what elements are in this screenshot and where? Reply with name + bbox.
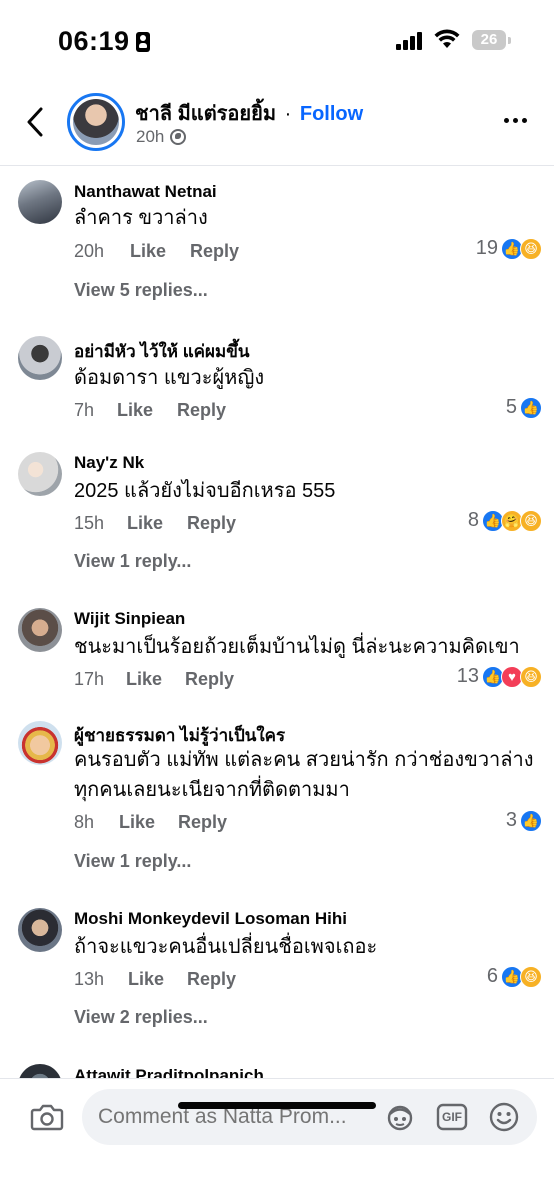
reaction-count: 13 [456, 665, 479, 687]
avatar-sticker-icon[interactable] [384, 1101, 416, 1133]
comment-actions: 8h Like Reply [74, 812, 227, 833]
like-button[interactable]: Like [117, 400, 177, 421]
comment-author[interactable]: อย่ามีหัว ไว้ให้ แค่ผมขึ้น [74, 338, 249, 365]
more-icon [504, 118, 509, 123]
comment-time: 20h [74, 241, 105, 261]
avatar[interactable] [18, 608, 62, 652]
haha-reaction-icon: 😆 [520, 665, 542, 688]
view-replies-link[interactable]: View 1 reply... [74, 551, 191, 572]
reaction-count: 3 [505, 809, 517, 831]
reaction-count: 19 [475, 237, 498, 259]
view-replies-link[interactable]: View 5 replies... [74, 280, 208, 301]
contact-card-icon [135, 31, 150, 52]
reaction-summary[interactable]: 8 👍 🤗 😆 [468, 509, 542, 532]
reply-button[interactable]: Reply [187, 513, 236, 534]
reaction-summary[interactable]: 6 👍 😆 [487, 965, 542, 988]
comment-author[interactable]: Attawit Praditpolpanich [74, 1066, 264, 1078]
comment-box: GIF [82, 1089, 537, 1145]
post-meta: 20h [136, 127, 187, 147]
comment-actions: 13h Like Reply [74, 969, 236, 990]
comment-composer: GIF [0, 1078, 554, 1200]
like-reaction-icon: 👍 [520, 396, 542, 419]
post-header: ชาลี มีแต่รอยยิ้ม · Follow 20h [0, 84, 554, 166]
haha-reaction-icon: 😆 [520, 965, 542, 988]
battery-tip [508, 37, 511, 44]
reaction-count: 8 [467, 509, 479, 531]
back-button[interactable] [20, 104, 50, 140]
reaction-count: 5 [505, 396, 517, 418]
like-button[interactable]: Like [119, 812, 178, 833]
avatar[interactable] [18, 1064, 62, 1078]
comment-text: ลำคาร ขวาล่าง [74, 207, 208, 229]
camera-icon[interactable] [30, 1103, 64, 1131]
reply-button[interactable]: Reply [187, 969, 236, 990]
post-time[interactable]: 20h [136, 127, 164, 147]
comment-text-line-2: ทุกคนเลยนะเนียจากที่ติดตามมา [74, 779, 350, 801]
view-replies-link[interactable]: View 2 replies... [74, 1007, 208, 1028]
comment-text: ถ้าจะแขวะคนอื่นเปลี่ยนชื่อเพจเถอะ [74, 936, 378, 958]
comment-time: 8h [74, 812, 95, 832]
haha-reaction-icon: 😆 [520, 237, 542, 260]
comments-list: Nanthawat Netnai ลำคาร ขวาล่าง 20h Like … [0, 166, 554, 1078]
avatar[interactable] [18, 180, 62, 224]
cellular-signal-icon [396, 32, 424, 50]
comment-actions: 20h Like Reply [74, 241, 239, 262]
comment-actions: 17h Like Reply [74, 669, 234, 690]
comment-author[interactable]: Wijit Sinpiean [74, 609, 185, 629]
like-button[interactable]: Like [127, 513, 187, 534]
comment-actions: 15h Like Reply [74, 513, 236, 534]
comment-author[interactable]: Moshi Monkeydevil Losoman Hihi [74, 909, 347, 929]
separator-dot: · [284, 103, 292, 125]
comment-time: 13h [74, 969, 105, 989]
avatar[interactable] [18, 908, 62, 952]
reply-button[interactable]: Reply [190, 241, 239, 262]
avatar[interactable] [18, 452, 62, 496]
status-bar: 06:19 26 [0, 0, 554, 84]
reaction-summary[interactable]: 3 👍 [506, 809, 542, 832]
reaction-summary[interactable]: 13 👍 ♥ 😆 [457, 665, 542, 688]
comment-time: 15h [74, 513, 105, 533]
like-button[interactable]: Like [128, 969, 187, 990]
comment-actions: 7h Like Reply [74, 400, 226, 421]
follow-button[interactable]: Follow [300, 103, 363, 125]
comment-author[interactable]: Nanthawat Netnai [74, 182, 217, 202]
clock-text: 06:19 [58, 26, 130, 56]
reply-button[interactable]: Reply [177, 400, 226, 421]
page-avatar[interactable] [67, 93, 125, 151]
reply-button[interactable]: Reply [178, 812, 227, 833]
more-options-button[interactable] [504, 118, 527, 123]
like-reaction-icon: 👍 [520, 809, 542, 832]
emoji-icon[interactable] [488, 1101, 520, 1133]
comment-time: 7h [74, 400, 95, 420]
comment-text: 2025 แล้วยังไม่จบอีกเหรอ 555 [74, 480, 336, 502]
comment-time: 17h [74, 669, 105, 689]
comment-author[interactable]: Nay'z Nk [74, 453, 144, 473]
reply-button[interactable]: Reply [185, 669, 234, 690]
gif-label: GIF [442, 1110, 462, 1124]
page-name[interactable]: ชาลี มีแต่รอยยิ้ม [135, 103, 276, 125]
page-name-row: ชาลี มีแต่รอยยิ้ม · Follow [135, 97, 363, 129]
comment-text: ด้อมดารา แขวะผู้หญิง [74, 367, 265, 389]
comment-text: ชนะมาเป็นร้อยถ้วยเต็มบ้านไม่ดู นี่ล่ะนะค… [74, 636, 520, 658]
home-indicator [178, 1102, 376, 1109]
reaction-count: 6 [486, 965, 498, 987]
haha-reaction-icon: 😆 [520, 509, 542, 532]
reaction-summary[interactable]: 19 👍 😆 [476, 237, 542, 260]
avatar[interactable] [18, 336, 62, 380]
back-chevron-icon [27, 107, 43, 137]
like-button[interactable]: Like [126, 669, 185, 690]
status-time: 06:19 [58, 26, 150, 57]
wifi-icon [434, 29, 460, 48]
globe-icon [170, 129, 187, 145]
view-replies-link[interactable]: View 1 reply... [74, 851, 191, 872]
like-button[interactable]: Like [130, 241, 190, 262]
battery-icon: 26 [472, 30, 506, 50]
gif-icon[interactable]: GIF [436, 1101, 468, 1133]
reaction-summary[interactable]: 5 👍 [506, 396, 542, 419]
comment-text: คนรอบตัว แม่ทัพ แต่ละคน สวยน่ารัก กว่าช่… [74, 749, 534, 771]
avatar[interactable] [18, 721, 62, 765]
